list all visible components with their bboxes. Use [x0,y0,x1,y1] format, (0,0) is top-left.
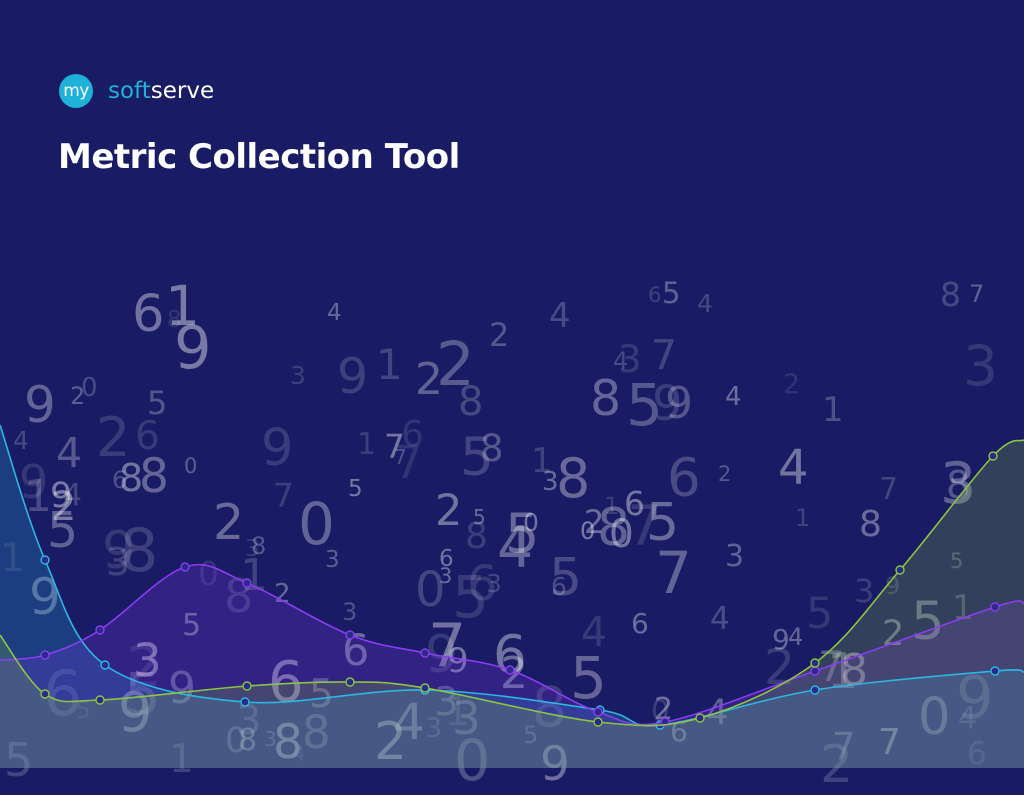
series-point [695,713,705,723]
series-point [895,565,905,575]
series-point [810,666,820,676]
series-point [990,666,1000,676]
series-point [242,681,252,691]
series-point [593,707,603,717]
series-point [40,555,50,565]
series-point [505,665,515,675]
series-point [95,625,105,635]
series-point [990,602,1000,612]
series-point [180,562,190,572]
series-point [420,648,430,658]
series-point [100,660,110,670]
series-point [345,677,355,687]
decorative-area-chart [0,424,1024,768]
series-point [810,658,820,668]
series-point [593,717,603,727]
series-point [988,451,998,461]
series-point [240,697,250,707]
series-point [420,683,430,693]
series-point [95,695,105,705]
series-point [810,685,820,695]
series-point [40,650,50,660]
series-point [40,689,50,699]
series-point [345,630,355,640]
series-point [242,578,252,588]
